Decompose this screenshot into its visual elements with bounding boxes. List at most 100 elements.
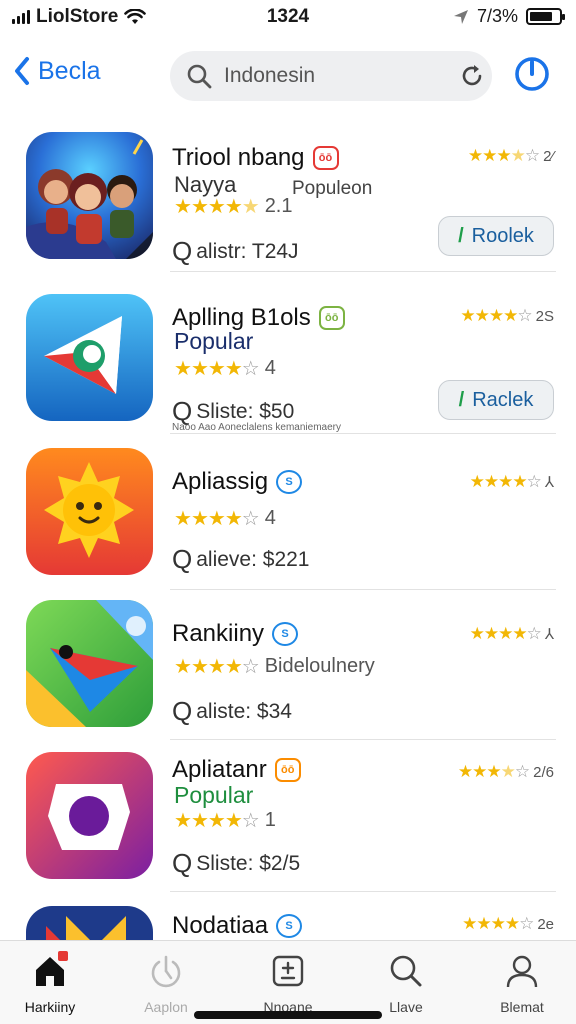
app-rating: ★★★★☆ 4 <box>174 356 276 381</box>
star-icon: ★ <box>490 914 506 933</box>
tab-nnoane[interactable]: Nnoane <box>238 951 338 1015</box>
action-label: Roolek <box>471 224 534 247</box>
app-badge-icon: S <box>276 470 303 494</box>
power-button[interactable] <box>514 56 550 92</box>
list-item[interactable]: Aplling B1ols ōō Popular ★★★★☆ 4 Q Slist… <box>0 284 576 434</box>
app-subtitle: Popular <box>174 782 254 808</box>
back-button[interactable]: Becla <box>14 56 101 86</box>
app-badge-icon: ōō <box>274 758 301 782</box>
fine-print: Naoo Aao Aoneclalens kemaniemaery <box>172 422 341 433</box>
app-price: Q Sliste: $2/5 <box>172 848 300 879</box>
rating-value: 1 <box>264 809 276 831</box>
star-icon: ★ <box>224 810 243 832</box>
rating-value: Bideloulnery <box>264 655 375 677</box>
star-rating: ★★★★☆ <box>174 808 260 833</box>
app-badge-icon: S <box>276 914 303 938</box>
star-rating: ★★★★★ <box>174 194 260 219</box>
nav-bar: Becla Indonesin <box>0 46 576 106</box>
app-title: Rankiiny S <box>172 620 299 648</box>
app-rating: ★★★★☆ 4 <box>174 506 276 531</box>
search-input[interactable]: Indonesin <box>170 51 492 101</box>
star-icon: ★ <box>488 306 504 325</box>
star-icon: ★ <box>207 196 226 218</box>
home-indicator[interactable] <box>194 1011 382 1019</box>
star-icon: ★ <box>457 762 473 781</box>
corner-stars: ★★★★☆ <box>468 146 540 166</box>
star-icon: ☆ <box>514 762 530 781</box>
star-icon: ★ <box>174 196 192 218</box>
star-icon: ★ <box>207 508 226 530</box>
power-icon <box>515 57 549 91</box>
star-icon: ★ <box>474 306 490 325</box>
profile-icon <box>506 955 538 988</box>
list-item[interactable]: Nodatiaa S ★★★★☆ 2e <box>0 894 576 940</box>
price-text: Sliste: $50 <box>196 399 295 423</box>
star-icon: ★ <box>510 146 526 165</box>
star-icon: ☆ <box>526 624 542 643</box>
corner-stars: ★★★★☆ <box>462 914 534 934</box>
star-icon: ★ <box>498 472 513 491</box>
refresh-button[interactable] <box>452 63 492 89</box>
corner-rating: ★★★★☆ 2/6 <box>458 762 554 782</box>
app-subtitle: Popular <box>174 328 254 354</box>
star-icon: ★ <box>469 624 485 643</box>
list-item[interactable]: Apliassig S ★★★★☆ 4 Q alieve: $221 ★★★★☆… <box>0 438 576 590</box>
star-icon: ★ <box>190 656 209 678</box>
rating-value: 2.1 <box>264 195 293 217</box>
rating-value: 4 <box>264 357 276 379</box>
star-rating: ★★★★☆ <box>174 506 260 531</box>
app-extra-label: Populeon <box>292 178 373 199</box>
app-icon-shape <box>26 752 153 879</box>
app-title-text: Apliatanr <box>172 756 267 783</box>
star-icon: ☆ <box>517 306 532 325</box>
refresh-icon <box>462 65 482 86</box>
star-icon: ★ <box>486 762 501 781</box>
star-icon: ★ <box>512 472 527 491</box>
tab-home[interactable]: Harkiiny <box>0 951 100 1015</box>
star-rating: ★★★★☆ <box>174 356 260 381</box>
app-title-text: Apliassig <box>172 468 269 495</box>
star-icon: ★ <box>498 624 513 643</box>
app-rating: ★★★★☆ Bideloulnery <box>174 654 375 679</box>
star-icon: ★ <box>207 656 226 678</box>
price-icon: Q <box>172 544 193 574</box>
calculator-icon <box>272 955 304 987</box>
tab-label: Blemat <box>500 999 544 1015</box>
search-value: Indonesin <box>224 64 316 87</box>
app-icon-bird <box>26 600 153 727</box>
app-title: Nodatiaa S <box>172 912 303 940</box>
app-price: Q aliste: $34 <box>172 696 292 727</box>
back-label: Becla <box>38 56 101 85</box>
corner-rating: ★★★★☆ 2e <box>462 914 554 934</box>
power-icon <box>151 955 181 988</box>
check-icon: / <box>458 224 464 247</box>
star-icon: ★ <box>190 358 209 380</box>
roolek-button[interactable]: / Roolek <box>438 216 554 256</box>
app-icon-sun <box>26 448 153 575</box>
star-icon: ☆ <box>241 810 260 832</box>
star-icon: ★ <box>174 508 192 530</box>
tab-blemat[interactable]: Blemat <box>472 951 572 1015</box>
tab-llave[interactable]: Llave <box>356 951 456 1015</box>
list-item[interactable]: Rankiiny S ★★★★☆ Bideloulnery Q aliste: … <box>0 590 576 740</box>
star-icon: ★ <box>241 196 260 218</box>
corner-rating: ★★★★☆ 2⁄ <box>468 146 554 166</box>
star-icon: ★ <box>224 196 243 218</box>
battery-percent: 7/3% <box>476 6 518 26</box>
app-badge-icon: S <box>272 622 299 646</box>
corner-stars: ★★★★☆ <box>460 306 532 326</box>
rating-value: 4 <box>264 507 276 529</box>
list-item[interactable]: Apliatanr ōō Popular ★★★★☆ 1 Q Sliste: $… <box>0 742 576 892</box>
battery-icon <box>526 8 565 25</box>
raclek-button[interactable]: / Raclek <box>438 380 554 420</box>
star-icon: ★ <box>469 472 485 491</box>
app-rating: ★★★★★ 2.1 <box>174 194 293 219</box>
star-icon: ★ <box>460 306 475 325</box>
list-item[interactable]: Triool nbang ōō Nayya Populeon ★★★★★ 2.1… <box>0 122 576 272</box>
star-icon: ★ <box>207 358 226 380</box>
app-badge-icon: ōō <box>312 146 339 170</box>
corner-stars: ★★★★☆ <box>469 472 542 492</box>
tab-aaplon[interactable]: Aaplon <box>116 951 216 1015</box>
app-title: Apliatanr ōō <box>172 756 301 784</box>
app-icon-characters <box>26 132 153 259</box>
